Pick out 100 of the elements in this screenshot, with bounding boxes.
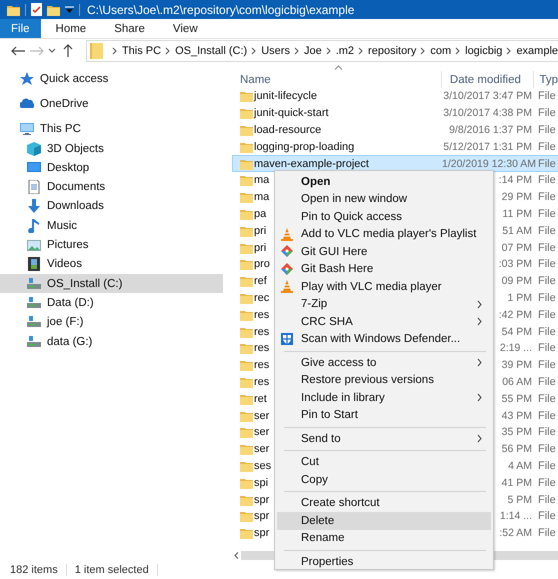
file-name: res [254, 342, 270, 354]
date-modified: :52 AM [499, 527, 532, 540]
file-type: File [537, 527, 556, 540]
ribbon-tab[interactable]: File [0, 19, 41, 38]
menu-item[interactable]: Send to [277, 430, 491, 448]
column-header[interactable]: Name [232, 71, 441, 88]
nav-item[interactable]: Data (D:) [0, 293, 223, 313]
menu-item[interactable]: CRC SHA [277, 313, 491, 330]
menu-item[interactable]: Play with VLC media player [277, 278, 491, 296]
breadcrumb-item[interactable]: repository [368, 44, 416, 56]
nav-item[interactable]: data (G:) [0, 332, 223, 352]
folder-icon[interactable] [47, 4, 60, 16]
menu-item[interactable]: Cut [277, 454, 491, 471]
nav-item[interactable]: Documents [0, 177, 223, 197]
date-modified: :03 PM [498, 258, 532, 270]
nav-item[interactable]: This PC [0, 120, 223, 139]
ribbon-tab[interactable]: Home [40, 19, 100, 38]
breadcrumb-item[interactable]: .m2 [336, 44, 354, 56]
chevron-right-icon [455, 46, 460, 54]
nav-item[interactable]: OS_Install (C:) [0, 274, 223, 294]
folder-icon [240, 224, 253, 237]
address-bar[interactable]: This PC OS_Install (C:) Users Joe .m2 repository com logicbig example [86, 40, 558, 62]
chevron-right-icon [294, 46, 299, 54]
file-name: ma [254, 191, 270, 204]
window-title: C:\Users\Joe\.m2\repository\com\logicbig\example [87, 2, 354, 16]
date-modified: 3/10/2017 3:47 PM [443, 90, 532, 102]
folder-icon [240, 392, 253, 405]
folder-icon [240, 426, 253, 438]
menu-item[interactable]: Add to VLC media player's Playlist [277, 226, 491, 243]
nav-item[interactable]: 3D Objects [0, 138, 223, 158]
folder-icon [240, 342, 253, 354]
folder-icon [240, 292, 253, 304]
file-type: File [537, 460, 556, 472]
nav-item[interactable]: Quick access [0, 69, 223, 88]
file-name: spr [254, 510, 270, 522]
dropdown-icon[interactable] [65, 6, 74, 14]
music-note-icon [27, 218, 41, 233]
nav-item[interactable]: Videos [0, 254, 223, 274]
ribbon-tab[interactable]: Share [100, 19, 159, 38]
breadcrumb-item[interactable]: Joe [304, 44, 322, 56]
menu-item[interactable]: Pin to Start [277, 406, 491, 424]
nav-item[interactable]: OneDrive [0, 94, 223, 114]
menu-item[interactable]: Scan with Windows Defender... [277, 330, 491, 348]
folder-icon [240, 90, 253, 102]
file-name: pa [254, 208, 266, 220]
file-type: File [537, 90, 556, 102]
menu-item[interactable]: Restore previous versions [277, 372, 491, 389]
menu-item[interactable]: Give access to [277, 354, 491, 372]
item-count: 182 items [10, 564, 67, 576]
file-name: ret [254, 392, 267, 405]
date-modified: 9/8/2016 1:37 PM [449, 124, 532, 136]
breadcrumb-item[interactable]: example [516, 44, 558, 56]
menu-item[interactable]: Copy [277, 471, 491, 488]
menu-item[interactable]: Pin to Quick access [277, 208, 491, 226]
folder-icon [240, 527, 253, 540]
chevron-right-icon [112, 46, 117, 54]
breadcrumb-item[interactable]: logicbig [465, 44, 502, 56]
file-type: File [537, 124, 556, 136]
folder-icon [240, 476, 253, 489]
menu-item[interactable]: Open [277, 173, 491, 190]
selected-row[interactable]: maven-example-project 1/20/2019 12:30 AM File [232, 155, 558, 172]
menu-item[interactable]: Include in library [277, 389, 491, 406]
file-name: junit-lifecycle [254, 90, 317, 102]
breadcrumb-item[interactable]: This PC [122, 44, 162, 56]
file-type: File [537, 308, 556, 321]
nav-item[interactable]: Music [0, 216, 223, 236]
date-modified: 41 PM [502, 476, 532, 489]
folder-icon [240, 410, 253, 422]
breadcrumb-item[interactable]: OS_Install (C:) [175, 44, 248, 56]
column-header[interactable]: Date modified [440, 71, 534, 88]
folder-icon [240, 510, 253, 522]
menu-item[interactable]: 7-Zip [277, 296, 491, 313]
column-header[interactable]: Typ [533, 71, 558, 88]
nav-item[interactable]: Desktop [0, 158, 223, 178]
ribbon-tab[interactable]: View [158, 19, 212, 38]
menu-item[interactable]: Delete [277, 512, 491, 530]
folder-icon [240, 124, 253, 136]
menu-item[interactable]: Git GUI Here [277, 243, 491, 260]
menu-item[interactable]: Git Bash Here [277, 260, 491, 278]
breadcrumb-item[interactable]: Users [261, 44, 290, 56]
file-type: File [537, 140, 556, 153]
file-type: File [537, 392, 556, 405]
folder-icon [240, 308, 253, 321]
file-name: res [254, 376, 270, 388]
checklist-icon[interactable] [31, 3, 42, 16]
breadcrumb-item[interactable]: com [430, 44, 452, 56]
date-modified: 4 AM [508, 460, 532, 472]
sort-caret-icon [334, 65, 343, 70]
menu-item[interactable]: Rename [277, 530, 491, 547]
nav-item[interactable]: Pictures [0, 235, 223, 255]
menu-item[interactable]: Properties [277, 553, 491, 570]
nav-item[interactable]: Downloads [0, 196, 223, 216]
file-type: File [537, 292, 556, 304]
file-name: rec [254, 292, 270, 304]
menu-item[interactable]: Create shortcut [277, 494, 491, 512]
file-name: res [254, 308, 270, 321]
menu-item[interactable]: Open in new window [277, 190, 491, 208]
nav-item[interactable]: joe (F:) [0, 312, 223, 332]
folder-icon [240, 191, 253, 204]
date-modified: 09 PM [502, 275, 532, 288]
